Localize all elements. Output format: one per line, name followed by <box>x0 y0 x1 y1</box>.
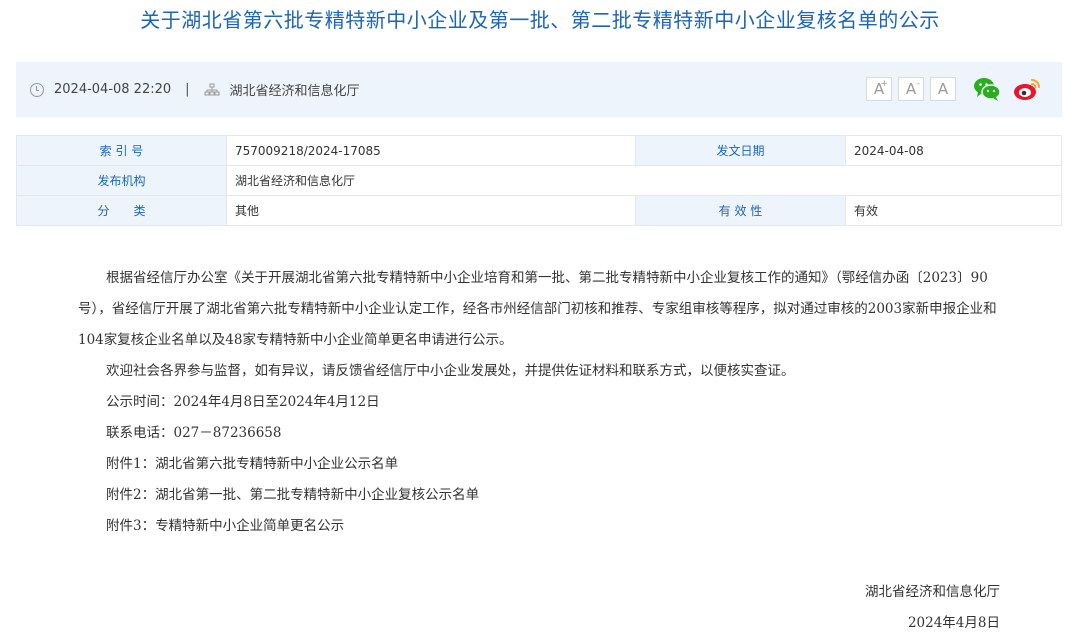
publish-datetime: 2024-04-08 22:20 <box>54 82 172 97</box>
date-label: 发文日期 <box>635 135 846 166</box>
separator: | <box>185 82 190 97</box>
clock-icon <box>30 82 44 97</box>
article-body: 根据省经信厅办公室《关于开展湖北省第六批专精特新中小企业培育和第一批、第二批专精… <box>78 263 1008 542</box>
info-bar-meta: 2024-04-08 22:20 | 湖北省经济和信息化厅 <box>30 62 360 117</box>
signature-org: 湖北省经济和信息化厅 <box>865 584 1000 600</box>
weibo-icon[interactable] <box>1013 76 1041 102</box>
body-paragraph: 根据省经信厅办公室《关于开展湖北省第六批专精特新中小企业培育和第一批、第二批专精… <box>78 270 997 348</box>
page-title: 关于湖北省第六批专精特新中小企业及第一批、第二批专精特新中小企业复核名单的公示 <box>140 8 940 32</box>
attachment-link-1[interactable]: 附件1：湖北省第六批专精特新中小企业公示名单 <box>78 449 1008 480</box>
info-bar: 2024-04-08 22:20 | 湖北省经济和信息化厅 A + A - A <box>16 62 1062 117</box>
attachment-link-3[interactable]: 附件3：专精特新中小企业简单更名公示 <box>78 511 1008 542</box>
signature-block: 湖北省经济和信息化厅 2024年4月8日 <box>865 577 1000 639</box>
organization-icon <box>204 83 220 95</box>
signature-date: 2024年4月8日 <box>907 615 1000 631</box>
font-reset-button[interactable]: A <box>930 77 956 101</box>
contact-phone: 联系电话：027－87236658 <box>106 425 282 441</box>
index-label: 索 引 号 <box>16 135 227 166</box>
validity-label: 有 效 性 <box>635 195 846 226</box>
issuer-value: 湖北省经济和信息化厅 <box>226 165 1062 196</box>
share-buttons <box>973 76 1041 102</box>
plus-mark: + <box>880 79 888 89</box>
font-increase-button[interactable]: A + <box>866 77 892 101</box>
date-value: 2024-04-08 <box>845 135 1062 166</box>
publicity-period: 公示时间：2024年4月8日至2024年4月12日 <box>106 394 380 410</box>
index-value: 757009218/2024-17085 <box>226 135 636 166</box>
font-decrease-button[interactable]: A - <box>898 77 924 101</box>
table-row: 索 引 号 757009218/2024-17085 发文日期 2024-04-… <box>16 135 1062 166</box>
source-organization: 湖北省经济和信息化厅 <box>229 84 360 99</box>
issuer-label: 发布机构 <box>16 165 227 196</box>
document-metadata-table: 索 引 号 757009218/2024-17085 发文日期 2024-04-… <box>16 135 1062 226</box>
table-row: 发布机构 湖北省经济和信息化厅 <box>16 165 1062 196</box>
minus-mark: - <box>916 79 920 89</box>
validity-value: 有效 <box>845 195 1062 226</box>
font-size-controls: A + A - A <box>866 77 956 101</box>
body-paragraph: 欢迎社会各界参与监督，如有异议，请反馈省经信厅中小企业发展处，并提供佐证材料和联… <box>106 363 795 379</box>
font-decrease-label: A <box>905 80 917 98</box>
attachment-link-2[interactable]: 附件2：湖北省第一批、第二批专精特新中小企业复核公示名单 <box>78 480 1008 511</box>
table-row: 分 类 其他 有 效 性 有效 <box>16 195 1062 226</box>
category-label: 分 类 <box>16 195 227 226</box>
category-value: 其他 <box>226 195 636 226</box>
font-reset-label: A <box>937 80 949 98</box>
wechat-icon[interactable] <box>973 76 1001 102</box>
